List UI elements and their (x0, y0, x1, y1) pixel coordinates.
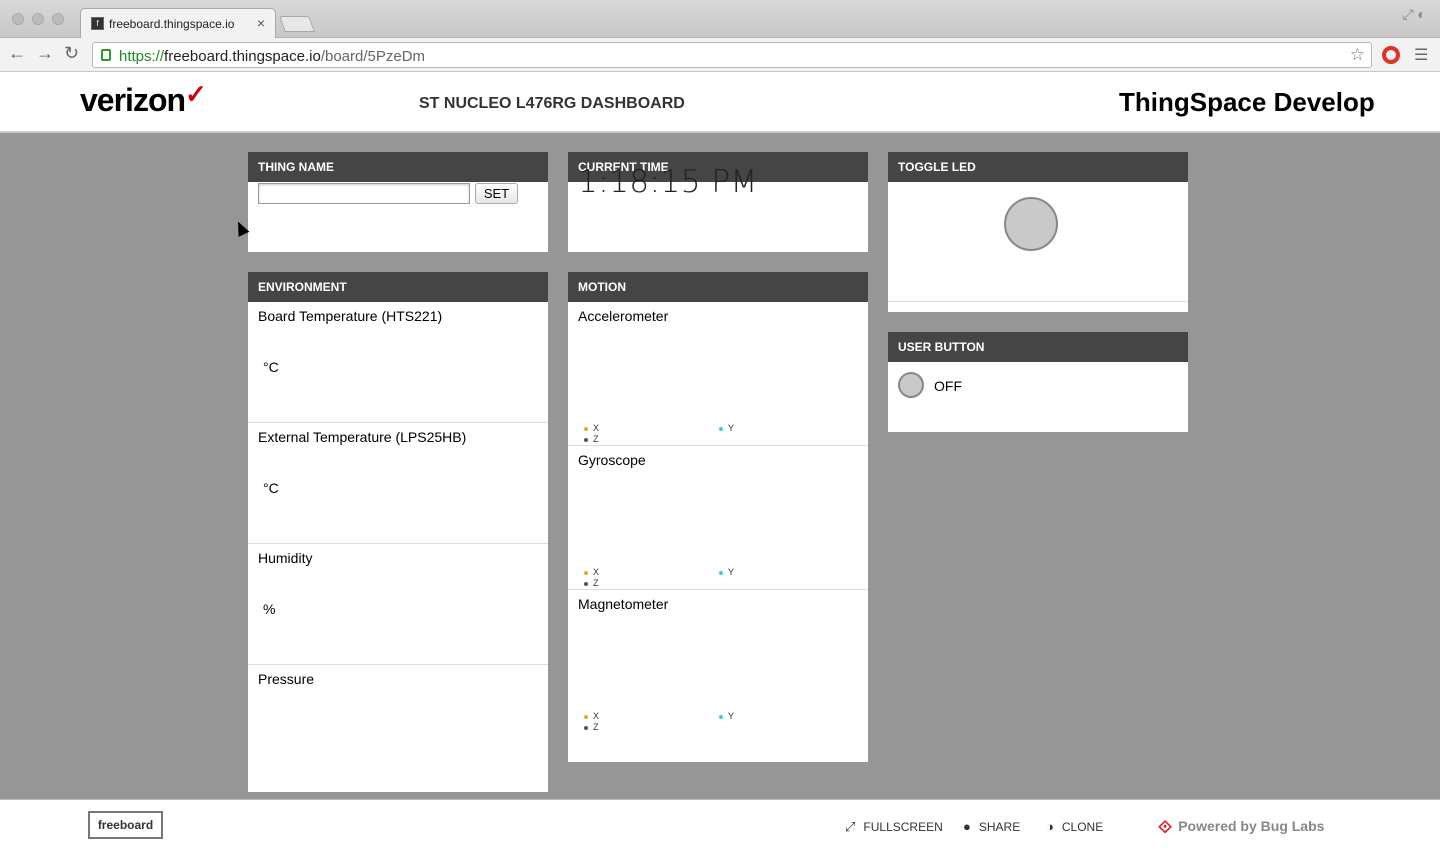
section-label: External Temperature (LPS25HB) (258, 429, 467, 445)
humidity-section: Humidity % (248, 544, 548, 665)
gyroscope-section: Gyroscope X Y Z (568, 446, 868, 590)
pane-title: ENVIRONMENT (248, 272, 548, 302)
dashboard-header: verizon✓ ST NUCLEO L476RG DASHBOARD Thin… (0, 72, 1440, 133)
lock-icon (101, 49, 111, 61)
browser-tab[interactable]: f freeboard.thingspace.io × (80, 8, 276, 38)
page-title: ST NUCLEO L476RG DASHBOARD (419, 95, 685, 112)
fullscreen-button[interactable]: ⤢ FULLSCREEN (845, 819, 943, 835)
current-time-value: 1:18:15 PM (578, 164, 758, 200)
forward-icon[interactable]: → (36, 43, 54, 64)
led-indicator[interactable] (1004, 197, 1058, 251)
set-button[interactable]: SET (475, 183, 518, 204)
section-label: Gyroscope (578, 452, 646, 468)
mouse-cursor-icon (232, 219, 250, 237)
back-icon[interactable]: ← (8, 43, 26, 64)
user-button-section: OFF (888, 362, 1188, 432)
user-button-state: OFF (934, 378, 962, 394)
menu-icon[interactable]: ☰ (1414, 45, 1428, 65)
board-temperature-section: Board Temperature (HTS221) °C (248, 302, 548, 423)
zoom-window-button[interactable] (52, 13, 64, 25)
pane-toggle-led: TOGGLE LED (888, 152, 1188, 312)
browser-toolbar: ← → ↻ https://freeboard.thingspace.io/bo… (0, 38, 1440, 72)
address-bar[interactable]: https://freeboard.thingspace.io/board/5P… (92, 42, 1372, 68)
verizon-logo: verizon✓ (80, 79, 207, 118)
clone-button[interactable]: ◑ CLONE (1046, 819, 1103, 834)
tab-close-icon[interactable]: × (257, 15, 265, 31)
section-label: Accelerometer (578, 308, 669, 324)
close-window-button[interactable] (12, 13, 24, 25)
section-label: Pressure (258, 671, 315, 687)
reload-icon[interactable]: ↻ (64, 43, 79, 64)
pane-motion: MOTION Accelerometer X Y Z Gyroscope X Y… (568, 272, 868, 762)
pane-thing-name: THING NAME SET (248, 152, 548, 252)
url-text: https://freeboard.thingspace.io/board/5P… (119, 48, 426, 65)
section-label: Humidity (258, 550, 313, 566)
pane-user-button: USER BUTTON OFF (888, 332, 1188, 432)
legend-z: Z (584, 722, 599, 732)
accelerometer-section: Accelerometer X Y Z (568, 302, 868, 446)
legend-x: X (584, 567, 599, 577)
new-tab-button[interactable] (279, 16, 315, 32)
external-temperature-section: External Temperature (LPS25HB) °C (248, 423, 548, 544)
legend-y: Y (719, 423, 734, 433)
user-button-indicator (898, 372, 924, 398)
section-label: Board Temperature (HTS221) (258, 308, 443, 324)
extension-icon[interactable] (1382, 46, 1400, 64)
tab-title: freeboard.thingspace.io (109, 17, 235, 31)
section-unit: % (263, 601, 276, 617)
pressure-section: Pressure (248, 665, 548, 792)
legend-y: Y (719, 567, 734, 577)
pane-title: TOGGLE LED (888, 152, 1188, 182)
freeboard-button[interactable]: freeboard (88, 811, 163, 839)
browser-titlebar: f freeboard.thingspace.io × ⤢ ◐ (0, 0, 1440, 38)
bug-labs-logo-icon: ⟐ (1158, 817, 1173, 837)
clone-icon: ◑ (1046, 819, 1054, 834)
legend-x: X (584, 711, 599, 721)
pane-current-time: CURRENT TIME 1:18:15 PM (568, 152, 868, 252)
pane-environment: ENVIRONMENT Board Temperature (HTS221) °… (248, 272, 548, 792)
powered-by-link[interactable]: ⟐ Powered by Bug Labs (1158, 815, 1324, 837)
incognito-icon: ⤢ ◐ (1402, 6, 1426, 22)
section-unit: °C (263, 359, 279, 375)
legend-z: Z (584, 578, 599, 588)
pane-title: USER BUTTON (888, 332, 1188, 362)
pane-title: THING NAME (248, 152, 548, 182)
magnetometer-section: Magnetometer X Y Z (568, 590, 868, 762)
favicon-icon: f (91, 17, 104, 30)
footer: freeboard ⤢ FULLSCREEN ● SHARE ◑ CLONE ⟐ Pow… (0, 799, 1440, 850)
section-unit: °C (263, 480, 279, 496)
star-icon[interactable]: ☆ (1350, 45, 1365, 65)
brand-title: ThingSpace Develop (1119, 87, 1375, 117)
legend-z: Z (584, 434, 599, 444)
led-section (888, 182, 1188, 302)
pane-title: MOTION (568, 272, 868, 302)
thing-name-input[interactable] (258, 183, 470, 204)
legend-y: Y (719, 711, 734, 721)
minimize-window-button[interactable] (32, 13, 44, 25)
section-label: Magnetometer (578, 596, 669, 612)
legend-x: X (584, 423, 599, 433)
fullscreen-icon: ⤢ (845, 819, 856, 834)
share-button[interactable]: ● SHARE (963, 819, 1020, 834)
share-icon: ● (963, 819, 971, 834)
